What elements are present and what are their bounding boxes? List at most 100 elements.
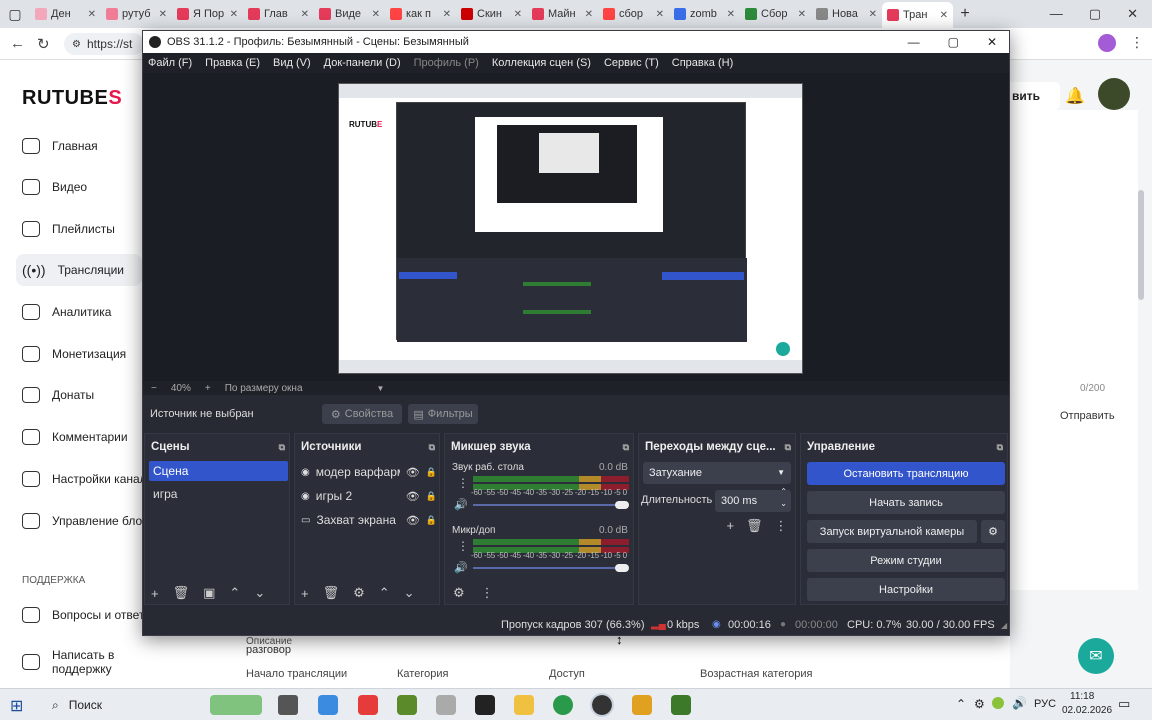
menu-edit[interactable]: Правка (E): [205, 57, 260, 69]
tab-list-icon[interactable]: ▢: [0, 6, 30, 23]
browser-tab[interactable]: Майн ✕: [527, 2, 598, 26]
nav-blog[interactable]: Управление блог: [22, 513, 147, 529]
browser-tab[interactable]: Виде ✕: [314, 2, 385, 26]
close-icon[interactable]: ✕: [514, 9, 522, 20]
filters-button[interactable]: ▤ Фильтры: [408, 404, 478, 424]
game-icon[interactable]: [475, 695, 495, 715]
source-item[interactable]: ◉ модер варфарм 👁 🔒: [301, 462, 437, 482]
menu-file[interactable]: Файл (F): [148, 57, 192, 69]
browser-tab[interactable]: zomb ✕: [669, 2, 740, 26]
scrollbar[interactable]: [1138, 190, 1144, 300]
add-icon[interactable]: +: [151, 586, 159, 601]
tray-chevron-icon[interactable]: ⌃: [956, 697, 966, 711]
close-window-icon[interactable]: ✕: [987, 35, 997, 49]
chevron-down-icon[interactable]: ▼: [377, 384, 385, 393]
nav-comments[interactable]: Комментарии: [22, 429, 128, 445]
close-icon[interactable]: ✕: [301, 9, 309, 20]
lock-icon[interactable]: 🔒: [426, 491, 437, 502]
stop-streaming-button[interactable]: Остановить трансляцию: [807, 462, 1005, 485]
menu-profile[interactable]: Профиль (P): [414, 57, 479, 69]
browser-tab[interactable]: Глав ✕: [243, 2, 314, 26]
launcher-icon[interactable]: [632, 695, 652, 715]
address-field[interactable]: ⚙ https://st: [64, 33, 144, 55]
volume-slider[interactable]: [473, 567, 623, 569]
move-down-icon[interactable]: ⌄: [254, 585, 265, 601]
close-icon[interactable]: ✕: [940, 10, 948, 21]
speaker-icon[interactable]: 🔊: [454, 561, 468, 574]
app-icon[interactable]: [436, 695, 456, 715]
lock-icon[interactable]: 🔒: [426, 515, 437, 526]
trash-icon[interactable]: 🗑: [173, 585, 190, 601]
reload-icon[interactable]: ↻: [37, 35, 50, 53]
browser-tab[interactable]: Сбор ✕: [740, 2, 811, 26]
browser-tab[interactable]: Ден ✕: [30, 2, 101, 26]
close-icon[interactable]: ✕: [727, 9, 735, 20]
start-virtual-camera-button[interactable]: Запуск виртуальной камеры: [807, 520, 977, 543]
close-icon[interactable]: ✕: [159, 9, 167, 20]
clock-time[interactable]: 11:18: [1070, 691, 1094, 702]
add-icon[interactable]: +: [726, 518, 734, 534]
language-indicator[interactable]: РУС: [1034, 698, 1056, 710]
transition-select[interactable]: Затухание ▼: [643, 462, 791, 484]
close-icon[interactable]: ✕: [230, 9, 238, 20]
nav-playlists[interactable]: Плейлисты: [22, 221, 115, 237]
yandex-icon[interactable]: [358, 695, 378, 715]
nav-channel-settings[interactable]: Настройки канал: [22, 471, 147, 487]
settings-button[interactable]: Настройки: [807, 578, 1005, 601]
zoom-out-icon[interactable]: −: [151, 383, 157, 394]
trash-icon[interactable]: 🗑: [746, 518, 763, 534]
eye-icon[interactable]: 👁: [406, 490, 420, 503]
menu-help[interactable]: Справка (H): [672, 57, 733, 69]
browser-tab[interactable]: Я Пор ✕: [172, 2, 243, 26]
profile-avatar[interactable]: [1098, 34, 1116, 52]
menu-tools[interactable]: Сервис (T): [604, 57, 659, 69]
notifications-icon[interactable]: ▭: [1118, 696, 1130, 712]
menu-docks[interactable]: Док-панели (D): [324, 57, 401, 69]
windows-start-icon[interactable]: ⊞: [10, 696, 23, 716]
back-icon[interactable]: ←: [10, 35, 25, 52]
rutube-logo[interactable]: RUTUBES: [22, 87, 122, 110]
menu-scene-collection[interactable]: Коллекция сцен (S): [492, 57, 591, 69]
spin-arrows-icon[interactable]: ⌃ ⌄: [780, 486, 787, 510]
mixer-menu-icon[interactable]: ⋮: [481, 585, 494, 601]
undock-icon[interactable]: ⧉: [429, 442, 435, 453]
move-up-icon[interactable]: ⌃: [379, 585, 390, 601]
obs-icon[interactable]: [590, 693, 614, 717]
maximize-icon[interactable]: ▢: [948, 35, 959, 49]
speaker-icon[interactable]: 🔊: [454, 498, 468, 511]
scene-item[interactable]: игра: [153, 486, 177, 502]
browser-tab[interactable]: Нова ✕: [811, 2, 882, 26]
preview-area[interactable]: RUTUBE: [143, 73, 1009, 381]
channel-menu-icon[interactable]: ⋮: [457, 539, 469, 553]
nav-donations[interactable]: Донаты: [22, 387, 94, 403]
undock-icon[interactable]: ⧉: [623, 442, 629, 453]
folder-icon[interactable]: [514, 695, 534, 715]
tray-app-icon[interactable]: [992, 697, 1004, 709]
chat-help-icon[interactable]: ✉: [1078, 638, 1114, 674]
undock-icon[interactable]: ⧉: [785, 442, 791, 453]
maximize-icon[interactable]: ▢: [1089, 6, 1101, 22]
nav-video[interactable]: Видео: [22, 179, 87, 195]
eye-icon[interactable]: 👁: [406, 514, 420, 527]
properties-button[interactable]: ⚙ Свойства: [322, 404, 402, 424]
close-icon[interactable]: ✕: [798, 9, 806, 20]
nav-monetization[interactable]: Монетизация: [22, 346, 126, 362]
undock-icon[interactable]: ⧉: [279, 442, 285, 453]
widgets-icon[interactable]: [210, 695, 262, 715]
nav-analytics[interactable]: Аналитика: [22, 304, 111, 320]
volume-slider-knob[interactable]: [615, 564, 629, 572]
task-view-icon[interactable]: [278, 695, 298, 715]
resize-grip-icon[interactable]: ◢: [1001, 621, 1007, 630]
add-icon[interactable]: +: [301, 586, 309, 601]
minecraft-icon[interactable]: [397, 695, 417, 715]
menu-icon[interactable]: ⋮: [1130, 34, 1144, 51]
clock-date[interactable]: 02.02.2026: [1062, 705, 1112, 716]
browser-icon[interactable]: [553, 695, 573, 715]
close-icon[interactable]: ✕: [372, 9, 380, 20]
channel-menu-icon[interactable]: ⋮: [457, 476, 469, 490]
send-button[interactable]: Отправить: [1060, 410, 1115, 422]
trash-icon[interactable]: 🗑: [323, 585, 340, 601]
browser-tab-active[interactable]: Тран ✕: [882, 2, 953, 28]
bell-icon[interactable]: 🔔: [1065, 86, 1085, 106]
nav-home[interactable]: Главная: [22, 138, 98, 154]
